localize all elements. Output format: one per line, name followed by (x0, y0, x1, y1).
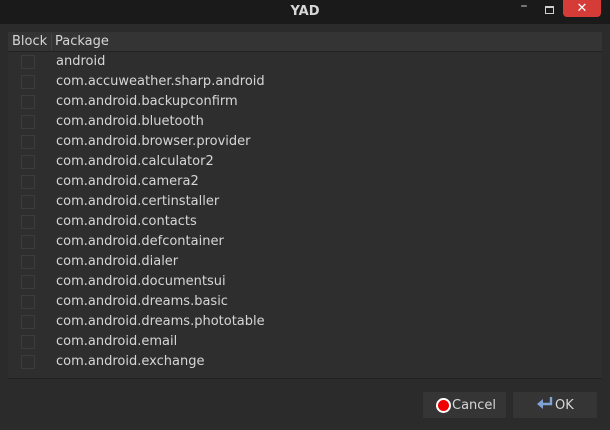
table-row[interactable]: com.android.certinstaller (8, 192, 602, 212)
title-bar: YAD – ✕ (0, 0, 610, 24)
package-name: com.android.certinstaller (56, 194, 220, 209)
block-checkbox[interactable] (21, 335, 35, 349)
minimize-icon: – (520, 0, 528, 14)
block-checkbox[interactable] (21, 235, 35, 249)
ok-icon (537, 397, 553, 409)
table-row[interactable]: android (8, 52, 602, 72)
maximize-button[interactable] (538, 3, 560, 23)
close-button[interactable]: ✕ (563, 0, 601, 17)
package-name: com.android.exchange (56, 354, 205, 369)
block-checkbox[interactable] (21, 195, 35, 209)
column-header-package[interactable]: Package (55, 34, 109, 49)
block-checkbox[interactable] (21, 115, 35, 129)
table-row[interactable]: com.android.browser.provider (8, 132, 602, 152)
table-row[interactable]: com.android.exchange (8, 352, 602, 372)
table-row[interactable]: com.android.camera2 (8, 172, 602, 192)
package-name: com.android.contacts (56, 214, 197, 229)
table-row[interactable]: com.android.contacts (8, 212, 602, 232)
maximize-icon (544, 6, 554, 14)
package-name: com.android.camera2 (56, 174, 199, 189)
block-checkbox[interactable] (21, 155, 35, 169)
block-checkbox[interactable] (21, 55, 35, 69)
table-row[interactable]: com.android.dialer (8, 252, 602, 272)
list-header: Block Package (8, 32, 602, 52)
column-separator (51, 34, 52, 50)
package-name: android (56, 54, 106, 69)
cancel-button[interactable]: Cancel (422, 391, 507, 419)
block-checkbox[interactable] (21, 275, 35, 289)
cancel-label: Cancel (452, 398, 497, 413)
package-name: com.android.defcontainer (56, 234, 224, 249)
package-name: com.accuweather.sharp.android (56, 74, 265, 89)
table-row[interactable]: com.android.documentsui (8, 272, 602, 292)
table-row[interactable]: com.android.dreams.phototable (8, 312, 602, 332)
block-checkbox[interactable] (21, 95, 35, 109)
close-icon: ✕ (576, 1, 588, 16)
table-row[interactable]: com.android.dreams.basic (8, 292, 602, 312)
block-checkbox[interactable] (21, 255, 35, 269)
package-name: com.android.dialer (56, 254, 179, 269)
table-row[interactable]: com.accuweather.sharp.android (8, 72, 602, 92)
block-checkbox[interactable] (21, 215, 35, 229)
table-row[interactable]: com.android.calculator2 (8, 152, 602, 172)
table-row[interactable]: com.android.email (8, 332, 602, 352)
block-checkbox[interactable] (21, 315, 35, 329)
block-checkbox[interactable] (21, 175, 35, 189)
package-name: com.android.browser.provider (56, 134, 251, 149)
divider (8, 378, 602, 379)
package-list[interactable]: Block Package android com.accuweather.sha… (8, 32, 602, 378)
table-row[interactable]: com.android.defcontainer (8, 232, 602, 252)
package-name: com.android.dreams.basic (56, 294, 228, 309)
cancel-icon (436, 398, 451, 413)
package-name: com.android.calculator2 (56, 154, 214, 169)
package-name: com.android.email (56, 334, 178, 349)
table-row[interactable]: com.android.bluetooth (8, 112, 602, 132)
table-row[interactable]: com.android.backupconfirm (8, 92, 602, 112)
block-checkbox[interactable] (21, 295, 35, 309)
block-checkbox[interactable] (21, 355, 35, 369)
package-name: com.android.bluetooth (56, 114, 204, 129)
ok-button[interactable]: OK (512, 391, 598, 419)
minimize-button[interactable]: – (514, 0, 534, 18)
ok-label: OK (555, 398, 574, 413)
package-name: com.android.documentsui (56, 274, 226, 289)
block-checkbox[interactable] (21, 135, 35, 149)
block-checkbox[interactable] (21, 75, 35, 89)
column-header-block[interactable]: Block (12, 34, 47, 49)
list-rows: android com.accuweather.sharp.android com.… (8, 52, 602, 372)
package-name: com.android.backupconfirm (56, 94, 238, 109)
package-name: com.android.dreams.phototable (56, 314, 265, 329)
